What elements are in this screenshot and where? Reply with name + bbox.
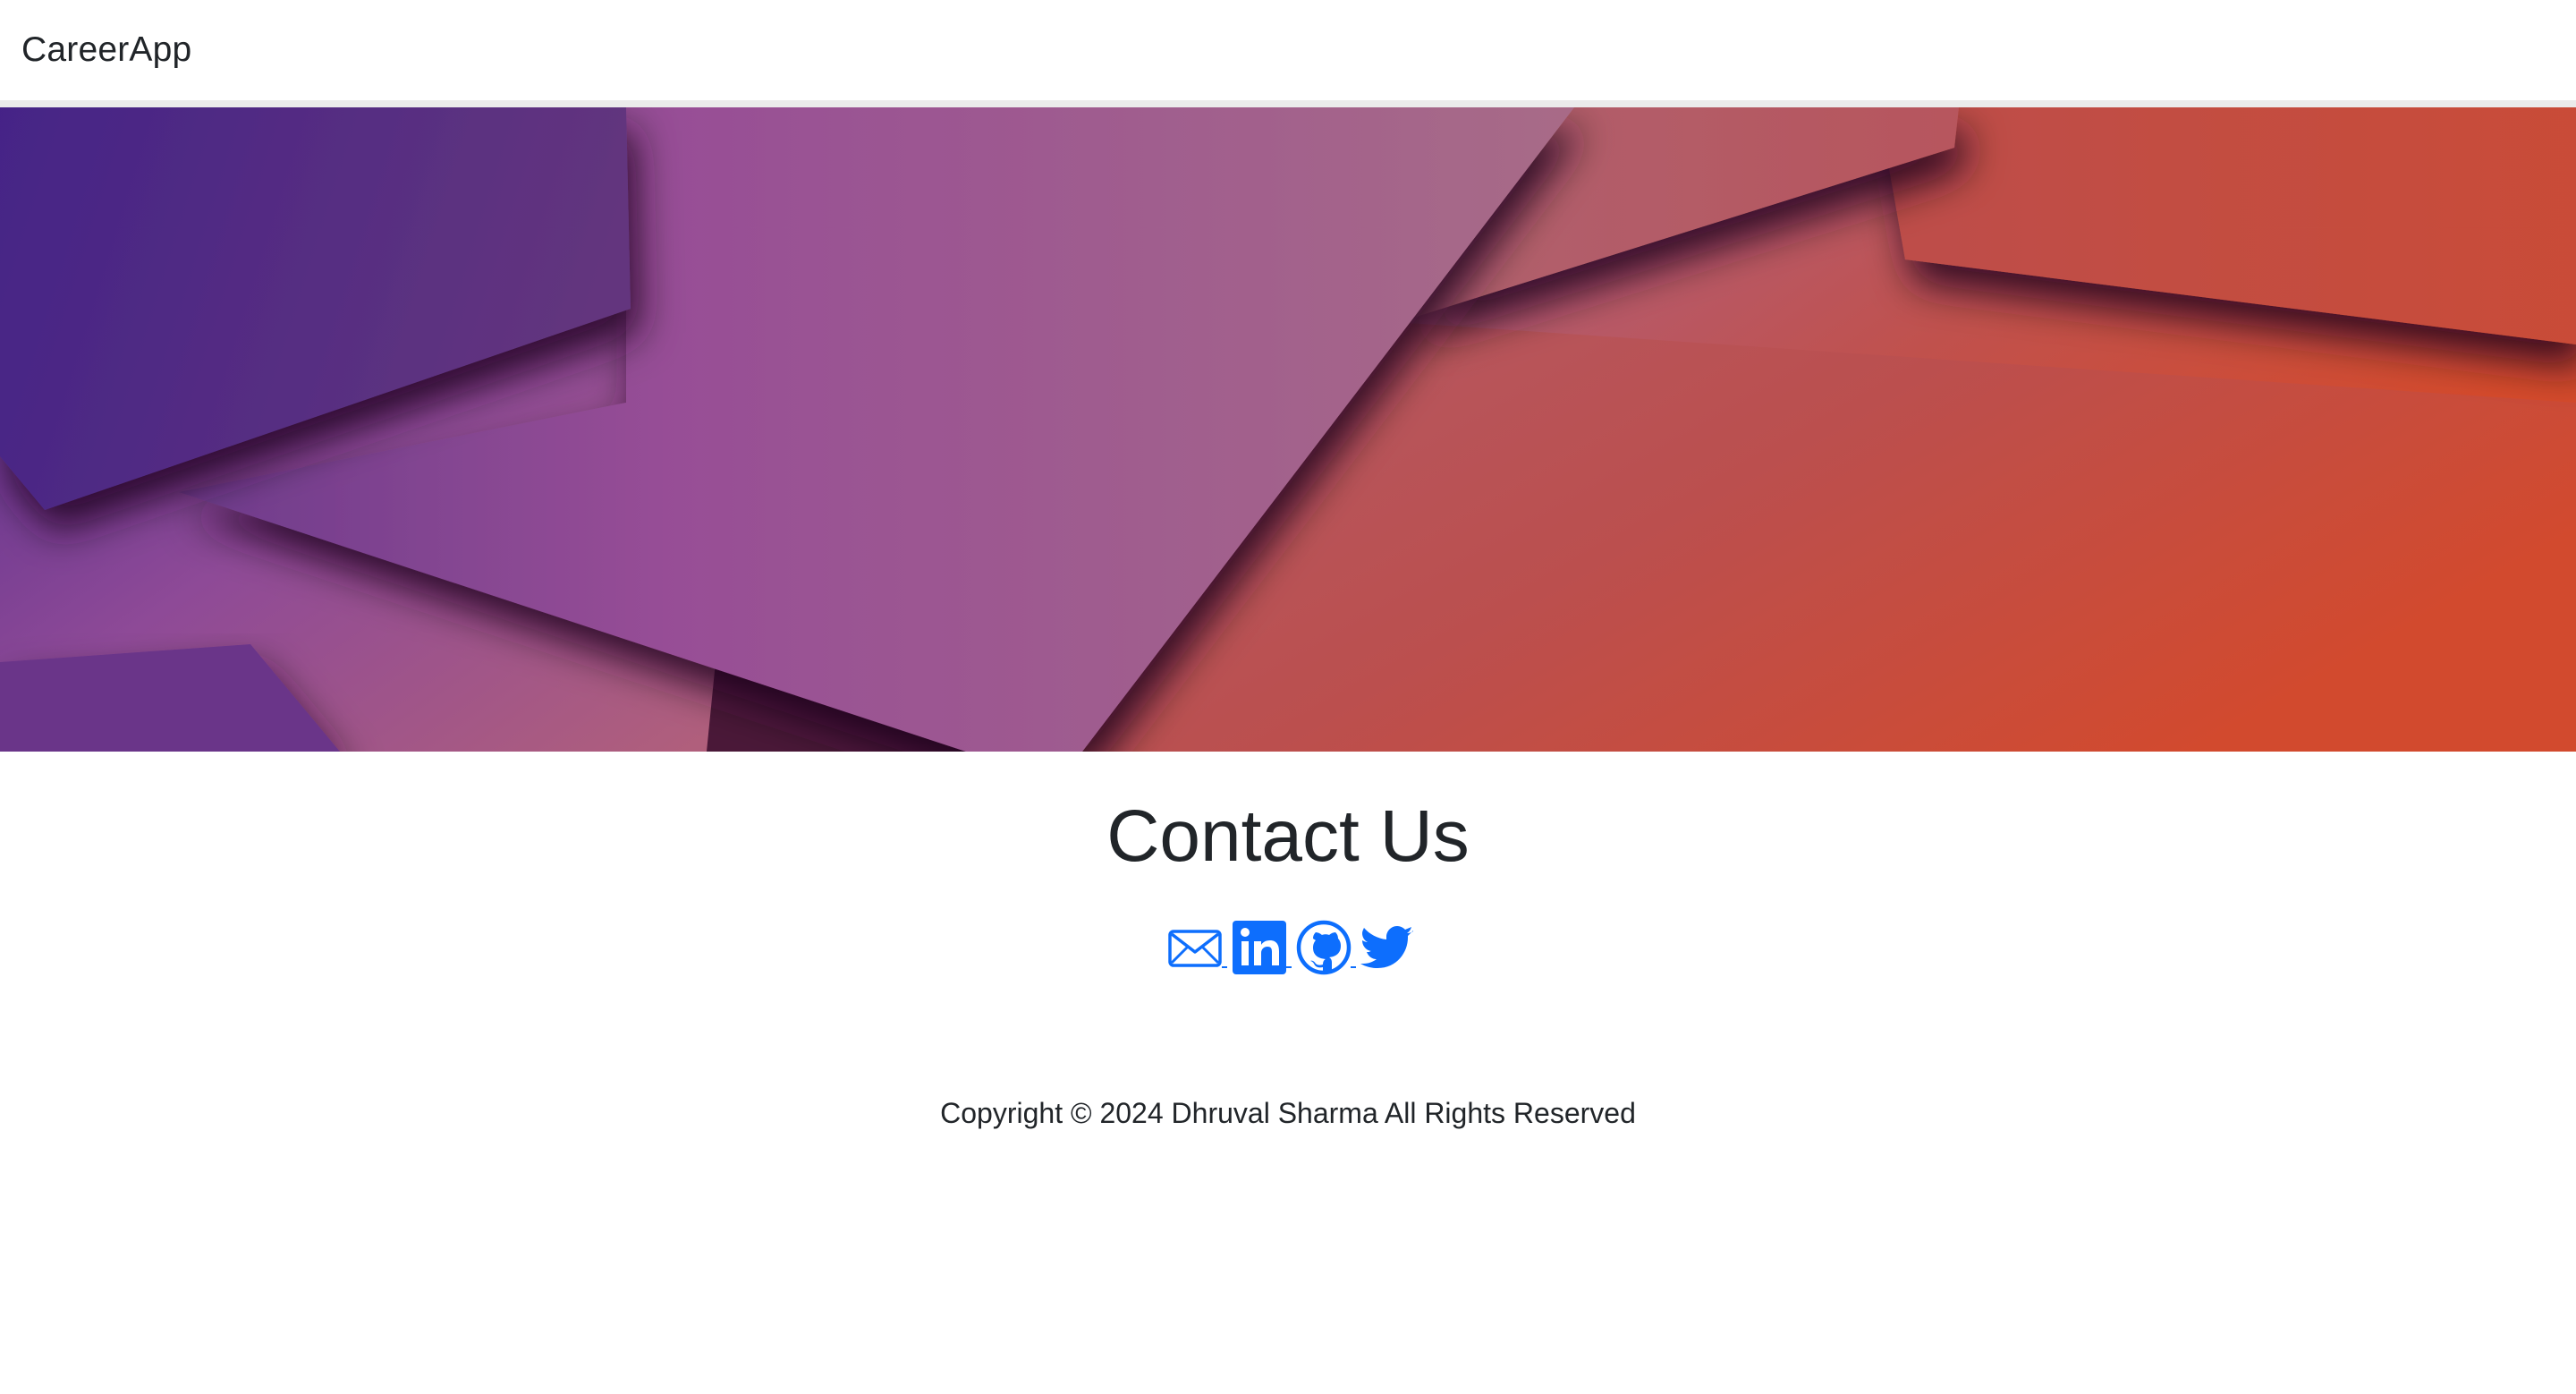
- footer-copyright: Copyright © 2024 Dhruval Sharma All Righ…: [940, 1097, 1636, 1129]
- twitter-icon: [1360, 919, 1417, 981]
- email-link[interactable]: [1166, 923, 1227, 981]
- github-icon: [1295, 919, 1352, 981]
- navbar-brand[interactable]: CareerApp: [21, 25, 191, 75]
- twitter-link[interactable]: [1360, 923, 1417, 981]
- contact-title: Contact Us: [1106, 795, 1470, 877]
- envelope-icon: [1166, 919, 1224, 981]
- social-links: [1166, 920, 1417, 981]
- hero-banner-image: [0, 107, 2576, 752]
- linkedin-icon: [1231, 919, 1288, 981]
- github-link[interactable]: [1295, 920, 1356, 981]
- navbar: CareerApp: [0, 0, 2576, 107]
- linkedin-link[interactable]: [1231, 921, 1292, 981]
